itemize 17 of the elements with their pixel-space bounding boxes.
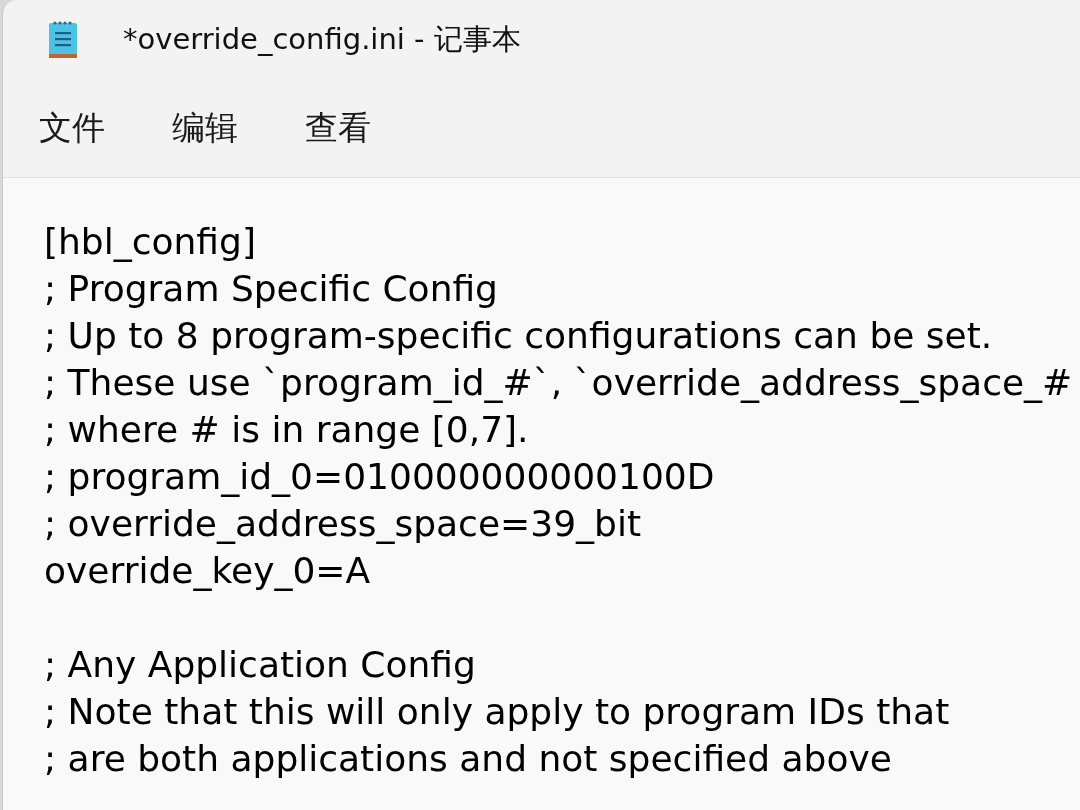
menu-item[interactable]: 文件 [39, 106, 105, 151]
text-line: ; Up to 8 program-specific configurations can be set. [44, 315, 993, 356]
text-line: ; are both applications and not specified above [44, 738, 892, 779]
text-editor[interactable] [3, 178, 1080, 810]
text-line: ; where # is in range [0,7]. [44, 409, 529, 450]
text-line: ; These use `program_id_#`, `override_address_space_# [44, 362, 1073, 403]
menu-item[interactable]: 编辑 [172, 106, 238, 151]
text-line: ; program_id_0=010000000000100D [44, 456, 715, 497]
text-line: ; Note that this will only apply to program IDs that [44, 691, 950, 732]
text-line: ; Program Specific Config [44, 268, 498, 309]
text-line: [hbl_config] [44, 221, 256, 262]
text-line: ; Any Application Config [44, 644, 476, 685]
text-line: ; override_address_space=39_bit [44, 503, 641, 544]
notepad-icon [48, 20, 78, 60]
window-title: *override_config.ini - 记事本 [123, 21, 521, 58]
menu-item[interactable]: 查看 [305, 106, 371, 151]
text-line: override_key_0=A [44, 550, 371, 591]
